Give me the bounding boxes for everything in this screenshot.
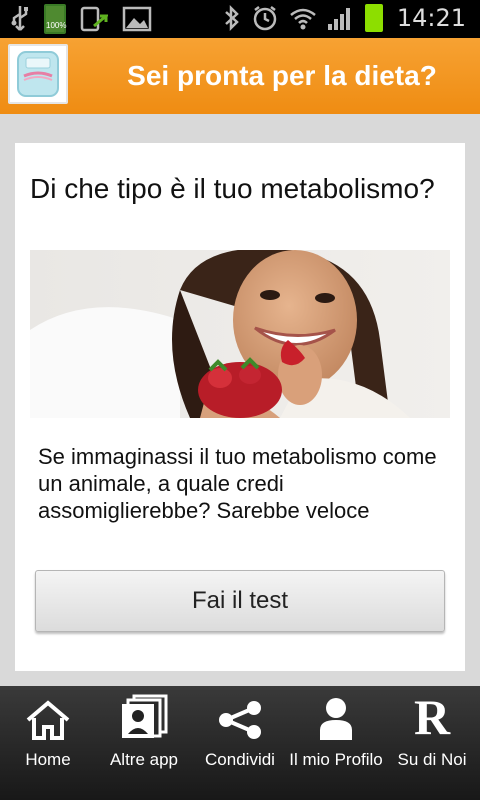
gallery-icon [122, 6, 152, 32]
scale-icon [17, 51, 59, 97]
usb-icon [11, 6, 28, 31]
wifi-icon [290, 8, 316, 30]
battery-full-icon: 100% [44, 4, 66, 34]
alarm-icon [253, 6, 277, 31]
article-title: Di che tipo è il tuo metabolismo? [30, 173, 435, 204]
nav-my-profile[interactable]: Il mio Profilo [288, 686, 384, 800]
nav-share[interactable]: Condividi [192, 686, 288, 800]
nav-share-label: Condividi [205, 750, 275, 769]
article-card[interactable]: Di che tipo è il tuo metabolismo? Se imm… [15, 143, 465, 671]
about-icon: R [407, 689, 457, 745]
bottom-navigation: Home Altre app Condividi Il mio Profilo … [0, 686, 480, 800]
nav-about-us-label: Su di Noi [397, 750, 467, 769]
nav-home-label: Home [25, 750, 71, 769]
nav-my-profile-label: Il mio Profilo [289, 750, 383, 769]
battery-percent-label: 100% [46, 21, 67, 30]
take-test-button[interactable]: Fai il test [35, 570, 445, 632]
clock: 14:21 [396, 4, 466, 32]
nav-home[interactable]: Home [0, 686, 96, 800]
nav-about-us[interactable]: R Su di Noi [384, 686, 480, 800]
share-icon [215, 694, 265, 740]
signal-icon [327, 8, 350, 30]
profile-icon [311, 694, 361, 740]
sync-icon [80, 6, 108, 32]
app-title: Sei pronta per la dieta? [127, 60, 437, 91]
article-image [30, 250, 450, 418]
article-description: Se immaginassi il tuo metabolismo come u… [38, 444, 437, 523]
bluetooth-icon [224, 4, 239, 32]
battery-icon [364, 4, 383, 32]
status-bar: 100% 14:21 [0, 0, 480, 38]
app-logo[interactable] [8, 44, 68, 104]
nav-other-apps[interactable]: Altre app [96, 686, 192, 800]
about-icon-glyph: R [413, 689, 451, 745]
nav-other-apps-label: Altre app [109, 750, 179, 769]
apps-icon [119, 694, 169, 740]
app-header: Sei pronta per la dieta? [0, 38, 480, 114]
home-icon [23, 694, 73, 740]
